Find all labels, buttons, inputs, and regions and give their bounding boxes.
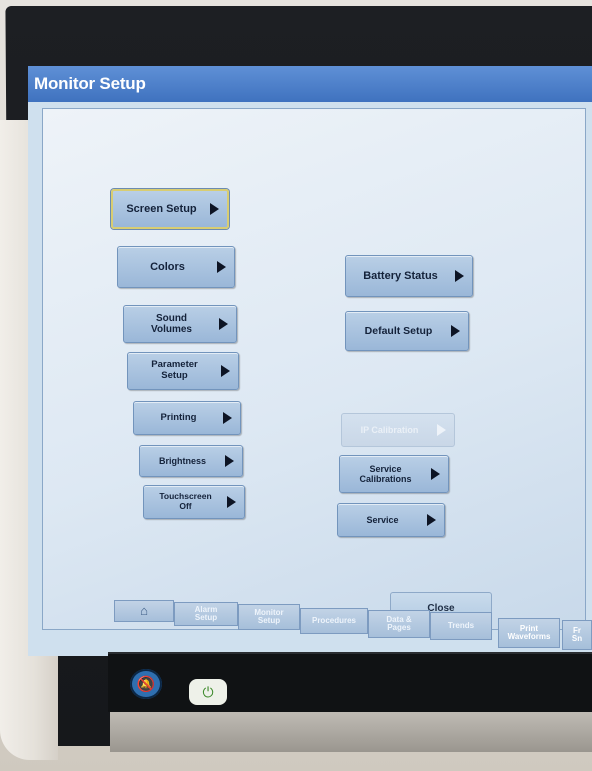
window-title: Monitor Setup xyxy=(34,74,146,93)
chevron-right-icon xyxy=(217,261,226,273)
chevron-right-icon xyxy=(225,455,234,467)
bottom-tab-bar: ⌂ Alarm Setup Monitor Setup Procedures D… xyxy=(28,600,592,656)
service-button[interactable]: Service xyxy=(337,503,445,537)
button-label: Parameter Setup xyxy=(151,359,198,381)
tab-procedures[interactable]: Procedures xyxy=(300,608,368,634)
parameter-setup-button[interactable]: Parameter Setup xyxy=(127,352,239,390)
default-setup-button[interactable]: Default Setup xyxy=(345,311,469,351)
setup-panel: Screen Setup Colors Sound Volumes Parame… xyxy=(42,108,586,630)
button-label: Printing xyxy=(160,411,197,423)
printing-button[interactable]: Printing xyxy=(133,401,241,435)
button-label: Brightness xyxy=(158,455,206,466)
button-label: Sound Volumes xyxy=(151,312,192,336)
tab-print-waveforms[interactable]: Print Waveforms xyxy=(498,618,560,648)
battery-status-button[interactable]: Battery Status xyxy=(345,255,473,297)
tab-trends[interactable]: Trends xyxy=(430,612,492,640)
button-label: Default Setup xyxy=(364,324,433,337)
chevron-right-icon xyxy=(455,270,464,282)
colors-button[interactable]: Colors xyxy=(117,246,235,288)
tab-alarm-setup[interactable]: Alarm Setup xyxy=(174,602,238,626)
chevron-right-icon xyxy=(221,365,230,377)
chevron-right-icon xyxy=(451,325,460,337)
device-bottom-bar xyxy=(108,652,592,712)
button-label: Screen Setup xyxy=(126,202,197,215)
tab-monitor-setup[interactable]: Monitor Setup xyxy=(238,604,300,630)
chevron-right-icon xyxy=(427,514,436,526)
power-icon[interactable]: ⏻ xyxy=(189,679,227,705)
sound-volumes-button[interactable]: Sound Volumes xyxy=(123,305,237,343)
button-label: Colors xyxy=(150,260,185,273)
button-label: Service Calibrations xyxy=(359,463,412,484)
tab-freeze-snapshot[interactable]: Fr Sn xyxy=(562,620,592,650)
monitor-screen: Monitor Setup Screen Setup Colors Sound … xyxy=(28,66,592,656)
brightness-button[interactable]: Brightness xyxy=(139,445,243,477)
screen-setup-button[interactable]: Screen Setup xyxy=(111,189,229,229)
home-icon[interactable]: ⌂ xyxy=(114,600,174,622)
chevron-right-icon xyxy=(210,203,219,215)
chevron-right-icon xyxy=(437,424,446,436)
button-label: Touchscreen Off xyxy=(159,491,212,511)
alarm-silence-icon[interactable]: 🔕 xyxy=(130,669,162,699)
chevron-right-icon xyxy=(219,318,228,330)
chevron-right-icon xyxy=(223,412,232,424)
button-label: Battery Status xyxy=(363,269,438,282)
tab-data-pages[interactable]: Data & Pages xyxy=(368,610,430,638)
button-label: IP Calibration xyxy=(360,424,419,435)
touchscreen-off-button[interactable]: Touchscreen Off xyxy=(143,485,245,519)
device-base xyxy=(110,712,592,752)
chevron-right-icon xyxy=(227,496,236,508)
button-label: Service xyxy=(366,514,399,525)
title-bar: Monitor Setup xyxy=(28,66,592,102)
chevron-right-icon xyxy=(431,468,440,480)
ip-calibration-button[interactable]: IP Calibration xyxy=(341,413,455,447)
service-calibrations-button[interactable]: Service Calibrations xyxy=(339,455,449,493)
